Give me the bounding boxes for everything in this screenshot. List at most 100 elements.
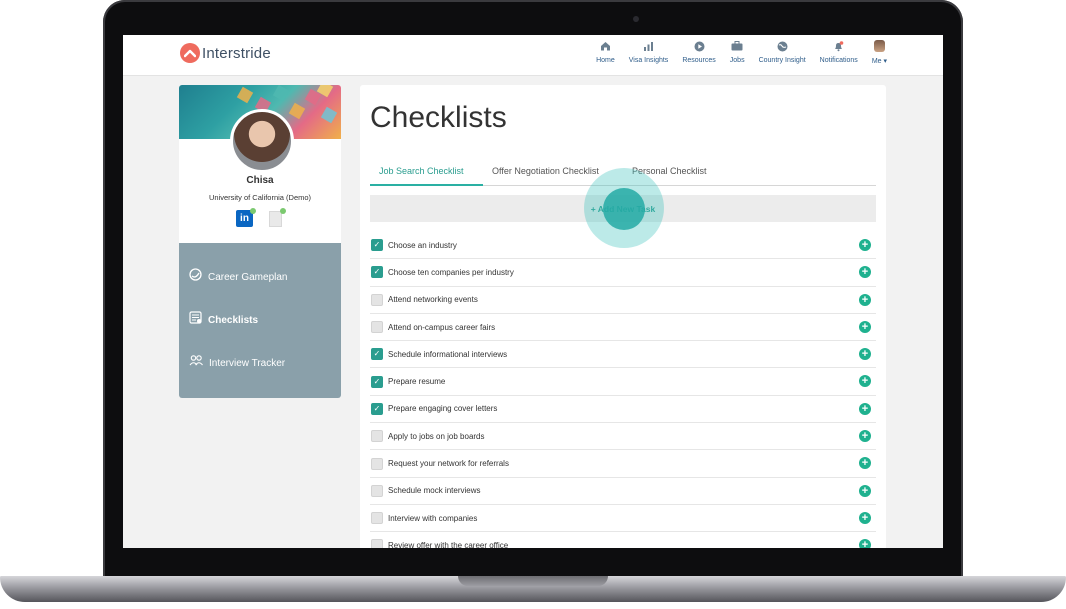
add-subtask-plus-icon[interactable]: +	[859, 375, 871, 388]
profile-name: Chisa	[246, 175, 274, 186]
status-dot	[280, 208, 286, 214]
add-subtask-plus-icon[interactable]: +	[859, 320, 871, 333]
add-subtask-plus-icon[interactable]: +	[859, 430, 871, 443]
task-row: Review offer with the career office +	[370, 532, 876, 548]
add-subtask-plus-icon[interactable]: +	[859, 239, 871, 251]
sidebar-item-label: Interview Tracker	[209, 357, 286, 369]
checklist-icon	[189, 311, 202, 329]
nav-visa-insights[interactable]: Visa Insights	[628, 38, 669, 65]
task-row: Schedule mock interviews +	[370, 478, 876, 505]
nav-country-insight[interactable]: Country Insight	[759, 38, 806, 65]
bell-icon	[833, 38, 844, 54]
task-row: ✓ Schedule informational interviews +	[370, 341, 876, 369]
nav-label: Resources	[682, 57, 716, 64]
task-checkbox[interactable]	[371, 293, 383, 306]
task-label: Interview with companies	[388, 513, 478, 523]
task-label: Choose an industry	[388, 240, 457, 250]
task-checkbox[interactable]	[371, 512, 383, 525]
add-subtask-plus-icon[interactable]: +	[859, 484, 871, 497]
screen: Interstride Home Visa Insights Resources	[123, 35, 943, 548]
profile-avatar[interactable]	[230, 109, 294, 173]
laptop-notch	[458, 576, 608, 586]
sidebar-item-label: Checklists	[208, 314, 259, 326]
task-checkbox[interactable]: ✓	[371, 375, 383, 388]
nav-home[interactable]: Home	[596, 38, 615, 65]
task-checkbox[interactable]	[371, 484, 383, 497]
task-label: Request your network for referrals	[388, 459, 509, 469]
status-dot	[250, 208, 256, 214]
task-label: Prepare resume	[388, 377, 446, 387]
task-label: Apply to jobs on job boards	[388, 431, 485, 441]
task-checkbox[interactable]	[371, 457, 383, 470]
task-checkbox[interactable]	[371, 539, 383, 548]
globe-icon	[777, 38, 788, 54]
task-row: Interview with companies +	[370, 505, 876, 533]
people-icon	[189, 354, 203, 372]
nav-label: Me ▾	[871, 58, 887, 65]
task-label: Prepare engaging cover letters	[388, 404, 498, 414]
sidebar-item-label: Career Gameplan	[208, 271, 288, 283]
task-label: Schedule mock interviews	[388, 486, 481, 496]
task-label: Choose ten companies per industry	[388, 267, 514, 277]
play-icon	[694, 38, 705, 54]
nav-items: Home Visa Insights Resources Jobs Countr…	[582, 38, 887, 65]
nav-label: Jobs	[729, 57, 745, 64]
task-row: ✓ Choose an industry +	[370, 232, 876, 260]
nav-label: Visa Insights	[628, 57, 669, 64]
task-row: Apply to jobs on job boards +	[370, 423, 876, 451]
page-title: Checklists	[370, 101, 507, 134]
profile-card: Chisa University of California (Demo) in	[179, 85, 341, 243]
nav-label: Country Insight	[758, 57, 806, 64]
avatar	[873, 40, 885, 52]
nav-jobs[interactable]: Jobs	[730, 38, 745, 65]
task-row: ✓ Prepare resume +	[370, 368, 876, 396]
nav-label: Home	[596, 57, 615, 64]
task-label: Schedule informational interviews	[388, 349, 508, 359]
click-indicator	[603, 188, 645, 230]
tab-offer-negotiation-checklist[interactable]: Offer Negotiation Checklist	[492, 166, 599, 176]
bar-chart-icon	[643, 38, 654, 54]
resume-document-icon[interactable]	[269, 211, 282, 227]
task-checkbox[interactable]: ✓	[371, 348, 383, 361]
home-icon	[600, 38, 611, 54]
sidebar-menu: Career Gameplan Checklists Interview Tra…	[179, 243, 341, 398]
task-label: Attend on-campus career fairs	[388, 322, 496, 332]
gameplan-icon	[189, 268, 202, 286]
task-checkbox[interactable]	[371, 321, 383, 334]
task-label: Attend networking events	[388, 295, 478, 305]
nav-me[interactable]: Me ▾	[872, 38, 887, 65]
nav-resources[interactable]: Resources	[682, 38, 716, 65]
add-subtask-plus-icon[interactable]: +	[859, 511, 871, 524]
task-checkbox[interactable]: ✓	[371, 402, 383, 415]
top-navbar: Interstride Home Visa Insights Resources	[123, 35, 943, 76]
add-subtask-plus-icon[interactable]: +	[859, 457, 871, 470]
profile-school: University of California (Demo)	[208, 193, 312, 202]
active-tab-underline	[370, 184, 483, 186]
task-row: Request your network for referrals +	[370, 450, 876, 478]
task-list: ✓ Choose an industry + ✓ Choose ten companie…	[370, 232, 876, 548]
nav-label: Notifications	[819, 57, 858, 64]
sidebar-item-interview-tracker[interactable]: Interview Tracker	[189, 354, 285, 372]
task-checkbox[interactable]	[371, 430, 383, 443]
add-subtask-plus-icon[interactable]: +	[859, 402, 871, 415]
sidebar-item-career-gameplan[interactable]: Career Gameplan	[189, 268, 287, 286]
add-subtask-plus-icon[interactable]: +	[859, 348, 871, 361]
add-subtask-plus-icon[interactable]: +	[859, 293, 871, 306]
task-row: Attend networking events +	[370, 287, 876, 314]
logo-text: Interstride	[202, 44, 271, 62]
logo-icon	[180, 43, 200, 63]
camera-icon	[633, 16, 639, 22]
tab-job-search-checklist[interactable]: Job Search Checklist	[379, 166, 464, 176]
add-subtask-plus-icon[interactable]: +	[859, 539, 871, 548]
logo[interactable]: Interstride	[180, 43, 271, 63]
main-panel: Checklists Job Search Checklist Offer Ne…	[360, 85, 886, 548]
sidebar-item-checklists[interactable]: Checklists	[189, 311, 258, 329]
task-checkbox[interactable]: ✓	[371, 239, 383, 252]
add-subtask-plus-icon[interactable]: +	[859, 266, 871, 279]
briefcase-icon	[731, 38, 743, 54]
task-checkbox[interactable]: ✓	[371, 266, 383, 279]
task-label: Review offer with the career office	[388, 540, 509, 548]
task-row: ✓ Choose ten companies per industry +	[370, 259, 876, 287]
task-row: ✓ Prepare engaging cover letters +	[370, 396, 876, 424]
nav-notifications[interactable]: Notifications	[820, 38, 858, 65]
